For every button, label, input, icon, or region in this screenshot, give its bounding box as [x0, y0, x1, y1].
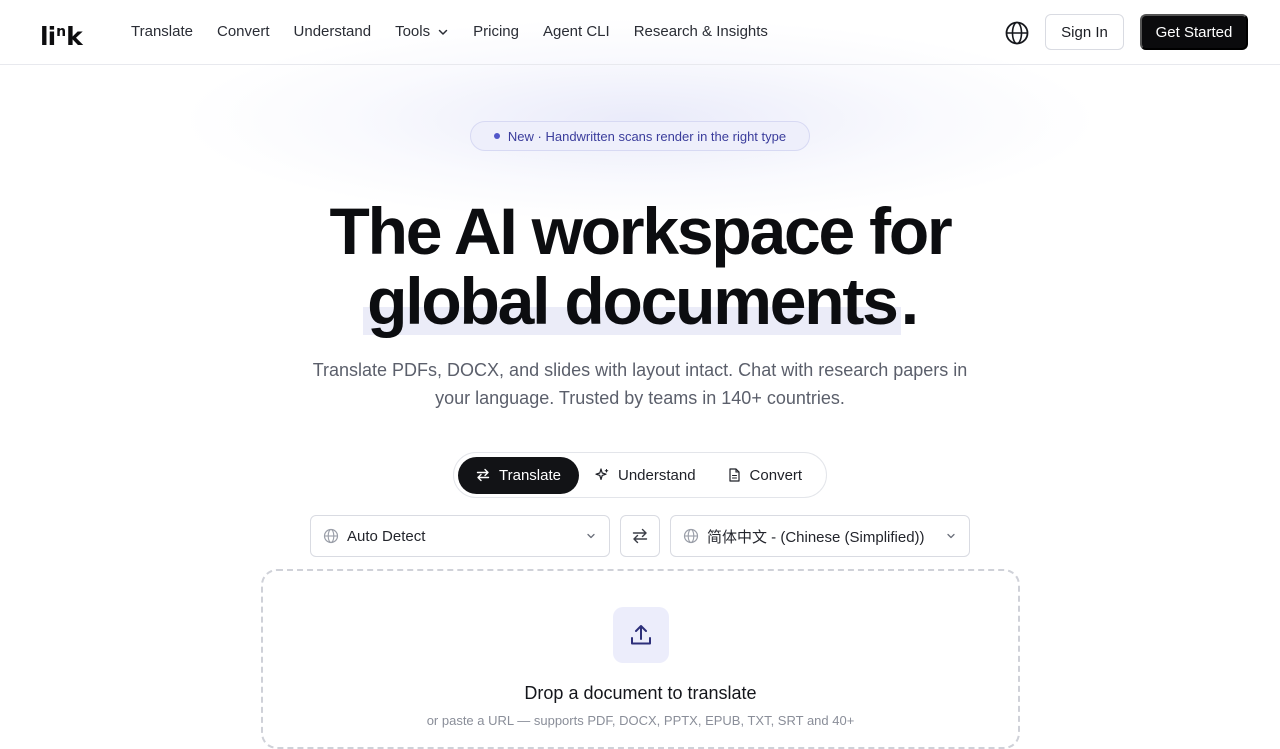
globe-icon	[323, 528, 339, 544]
tab-understand[interactable]: Understand	[579, 457, 712, 494]
nav-pricing[interactable]: Pricing	[473, 22, 519, 42]
main-nav: Translate Convert Understand Tools Prici…	[131, 22, 792, 42]
target-language-value: 简体中文 - (Chinese (Simplified))	[707, 528, 925, 546]
nav-tools[interactable]: Tools	[395, 22, 449, 42]
chevron-down-icon	[587, 533, 595, 539]
globe-icon	[683, 528, 699, 544]
nav-understand[interactable]: Understand	[294, 22, 372, 42]
source-language-value: Auto Detect	[347, 527, 426, 545]
logo-text-right: k	[66, 22, 83, 51]
nav-tools-label: Tools	[395, 23, 431, 40]
logo-text-sup: n	[56, 24, 66, 40]
tab-understand-label: Understand	[617, 466, 696, 484]
document-icon	[728, 468, 740, 482]
chevron-down-icon	[438, 29, 448, 35]
mode-tabs: Translate Understand Convert	[453, 452, 827, 498]
linnk-logo[interactable]: link	[40, 18, 83, 51]
get-started-button[interactable]: Get Started	[1140, 14, 1248, 50]
upload-icon	[631, 625, 651, 645]
tab-translate[interactable]: Translate	[458, 456, 579, 494]
target-language-select[interactable]: 简体中文 - (Chinese (Simplified))	[670, 515, 970, 557]
hero-title: The AI workspace for global documents.	[0, 194, 1280, 338]
swap-arrows-icon	[632, 528, 648, 544]
globe-icon	[1005, 21, 1029, 45]
nav-convert[interactable]: Convert	[217, 22, 270, 42]
dropzone-title: Drop a document to translate	[524, 683, 757, 703]
tab-convert[interactable]: Convert	[712, 457, 819, 494]
swap-arrows-icon	[476, 468, 490, 482]
hero-title-suffix: .	[900, 264, 919, 338]
sparkle-icon	[595, 468, 609, 480]
source-language-select[interactable]: Auto Detect	[310, 515, 610, 557]
tab-translate-label: Translate	[499, 466, 561, 484]
sign-in-button[interactable]: Sign In	[1045, 14, 1124, 50]
badge-dot	[493, 133, 500, 139]
swap-languages-button[interactable]	[620, 515, 660, 557]
chevron-down-icon	[947, 533, 955, 539]
badge-text: New · Handwritten scans render in the ri…	[507, 128, 787, 144]
logo-text-left: li	[40, 22, 56, 51]
language-switcher[interactable]	[1004, 20, 1030, 46]
upload-button[interactable]	[613, 607, 669, 663]
dropzone-subtitle: or paste a URL — supports PDF, DOCX, PPT…	[426, 713, 855, 728]
announcement-badge[interactable]: New · Handwritten scans render in the ri…	[470, 121, 810, 151]
hero-title-line1: The AI workspace for	[329, 194, 952, 268]
tab-convert-label: Convert	[749, 466, 803, 484]
nav-agent-cli[interactable]: Agent CLI	[543, 22, 610, 42]
hero-title-highlight: global documents	[363, 264, 901, 338]
document-dropzone[interactable]: Drop a document to translate or paste a …	[261, 569, 1020, 749]
hero-subtitle: Translate PDFs, DOCX, and slides with la…	[312, 360, 968, 408]
top-navigation-bar: link Translate Convert Understand Tools …	[0, 0, 1280, 65]
nav-translate[interactable]: Translate	[131, 22, 193, 42]
nav-research-insights[interactable]: Research & Insights	[634, 22, 768, 42]
